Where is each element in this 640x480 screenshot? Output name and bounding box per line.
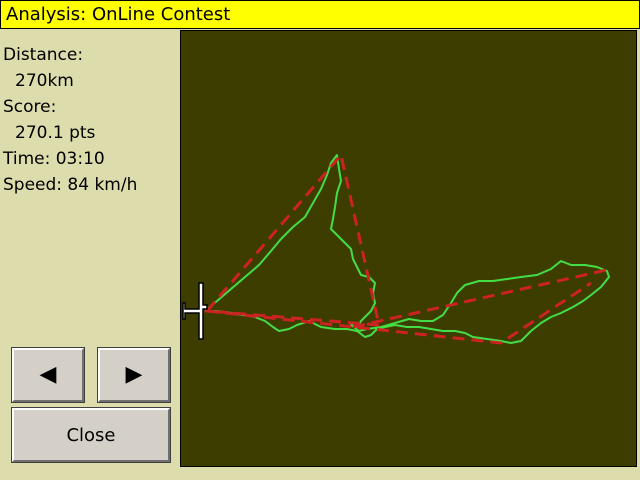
distance-value: 270km — [15, 71, 74, 91]
contest-map-canvas — [182, 151, 612, 345]
flight-track — [204, 154, 610, 344]
contest-info-panel: Distance: 270km Score: 270.1 pts Time: 0… — [3, 42, 175, 198]
analysis-window: Analysis: OnLine Contest Distance: 270km… — [0, 0, 640, 480]
contest-closing-leg — [352, 267, 612, 329]
contest-map[interactable] — [180, 30, 637, 467]
window-title: Analysis: OnLine Contest — [6, 4, 231, 25]
next-button[interactable]: ▶ — [97, 347, 171, 403]
score-label: Score: — [3, 97, 57, 117]
score-value: 270.1 pts — [15, 123, 96, 143]
distance-label: Distance: — [3, 45, 84, 65]
close-button-label: Close — [66, 424, 116, 446]
time-text: Time: 03:10 — [3, 149, 105, 169]
left-triangle-icon: ◀ — [39, 362, 57, 387]
close-button[interactable]: Close — [11, 407, 171, 463]
glider-icon — [182, 282, 208, 340]
speed-text: Speed: 84 km/h — [3, 175, 138, 195]
right-triangle-icon: ▶ — [125, 362, 143, 387]
contest-triangle — [203, 151, 381, 327]
title-bar: Analysis: OnLine Contest — [0, 0, 640, 29]
contest-return-leg — [206, 281, 592, 345]
previous-button[interactable]: ◀ — [11, 347, 85, 403]
